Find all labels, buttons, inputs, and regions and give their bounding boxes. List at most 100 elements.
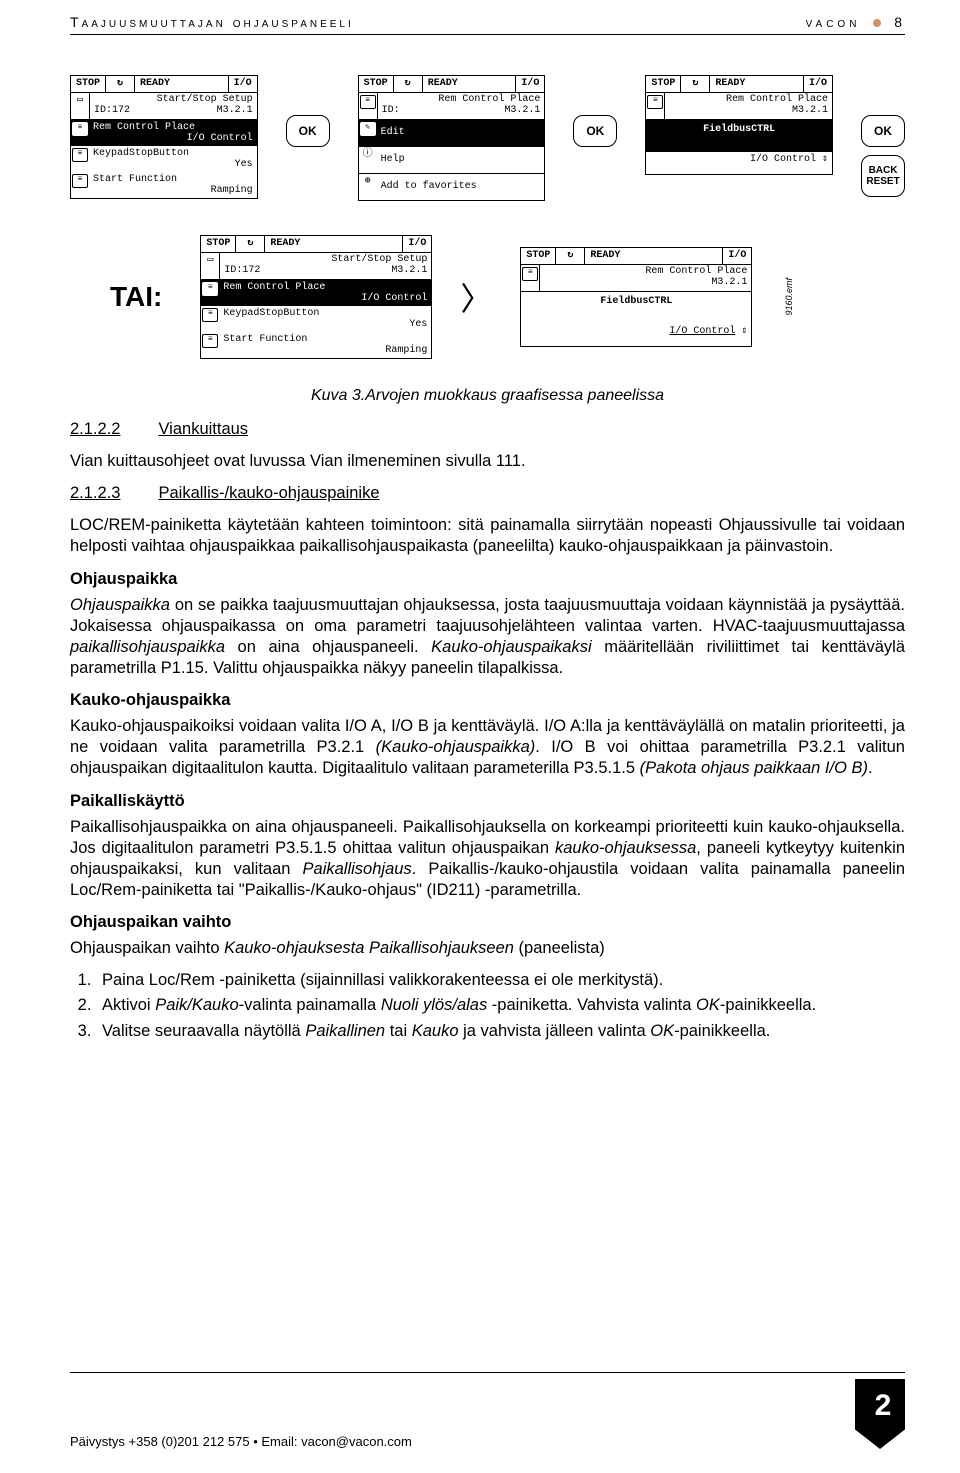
refresh-icon: ↻ bbox=[106, 76, 135, 92]
step-item: Valitse seuraavalla näytöllä Paikallinen… bbox=[96, 1021, 905, 1042]
panel1-code: M3.2.1 bbox=[217, 105, 253, 116]
body-text: 2.1.2.2 Viankuittaus Vian kuittausohjeet … bbox=[70, 419, 905, 1042]
panel1-title: Start/Stop Setup bbox=[94, 94, 253, 105]
status-stop: STOP bbox=[201, 236, 236, 252]
p4-item1-line1: Rem Control Place bbox=[223, 282, 427, 293]
back-reset-button[interactable]: BACK RESET bbox=[861, 155, 905, 197]
chevron-right-icon: 〉 bbox=[460, 274, 492, 320]
lcd-panel-4: STOP ↻ READY I/O ▭ Start/Stop Setup ID:1… bbox=[200, 235, 432, 359]
p1-item2-line1: KeypadStopButton bbox=[93, 148, 253, 159]
section-title: Paikallis-/kauko-ohjauspainike bbox=[158, 484, 379, 502]
status-ready: READY bbox=[585, 248, 723, 264]
status-ready: READY bbox=[265, 236, 403, 252]
refresh-icon: ↻ bbox=[394, 76, 423, 92]
info-icon: ⓘ bbox=[359, 147, 377, 173]
status-io: I/O bbox=[516, 76, 544, 92]
chapter-badge: 2 bbox=[855, 1379, 905, 1449]
ok-button[interactable]: OK bbox=[573, 115, 617, 147]
para: LOC/REM-painiketta käytetään kahteen toi… bbox=[70, 515, 905, 557]
step-item: Paina Loc/Rem -painiketta (sijainnillasi… bbox=[96, 970, 905, 991]
header-right: vacon 8 bbox=[806, 14, 905, 30]
page-footer: Päivystys +358 (0)201 212 575 • Email: v… bbox=[70, 1372, 905, 1449]
section-title: Viankuittaus bbox=[158, 420, 248, 438]
refresh-icon: ↻ bbox=[236, 236, 265, 252]
panel2-code: M3.2.1 bbox=[504, 105, 540, 116]
subhead: Ohjauspaikan vaihto bbox=[70, 912, 905, 933]
panel4-title: Start/Stop Setup bbox=[224, 254, 427, 265]
refresh-icon: ↻ bbox=[556, 248, 585, 264]
p1-item1-line2: I/O Control bbox=[93, 133, 253, 144]
p1-item3-line2: Ramping bbox=[93, 185, 253, 196]
steps-list: Paina Loc/Rem -painiketta (sijainnillasi… bbox=[96, 970, 905, 1041]
status-stop: STOP bbox=[71, 76, 106, 92]
p1-item2-line2: Yes bbox=[93, 159, 253, 170]
folder-icon: ▭ bbox=[71, 93, 90, 119]
ok-button[interactable]: OK bbox=[286, 115, 330, 147]
section-num: 2.1.2.3 bbox=[70, 484, 120, 502]
list-icon: ≡ bbox=[359, 93, 378, 119]
list-icon: ≡ bbox=[202, 334, 218, 348]
para: Paikallisohjauspaikka on aina ohjauspane… bbox=[70, 817, 905, 901]
p3-selected: FieldbusCTRL bbox=[703, 124, 775, 135]
step-item: Aktivoi Paik/Kauko-valinta painamalla Nu… bbox=[96, 995, 905, 1016]
brand-name: vacon bbox=[806, 14, 861, 30]
list-icon: ≡ bbox=[72, 122, 88, 136]
p2-fav: Add to favorites bbox=[381, 181, 541, 192]
list-icon: ≡ bbox=[646, 93, 665, 119]
status-io: I/O bbox=[723, 248, 751, 264]
section-num: 2.1.2.2 bbox=[70, 420, 120, 438]
subhead: Ohjauspaikka bbox=[70, 569, 905, 590]
emf-label: 9160.emf bbox=[784, 278, 794, 316]
refresh-icon: ↻ bbox=[681, 76, 710, 92]
list-icon: ≡ bbox=[202, 308, 218, 322]
ok-button[interactable]: OK bbox=[861, 115, 905, 147]
footer-text: Päivystys +358 (0)201 212 575 • Email: v… bbox=[70, 1434, 412, 1449]
status-ready: READY bbox=[423, 76, 517, 92]
para: Ohjauspaikka on se paikka taajuusmuuttaj… bbox=[70, 595, 905, 679]
page-number-top: 8 bbox=[894, 14, 905, 30]
p1-item3-line1: Start Function bbox=[93, 174, 253, 185]
p4-item2-line1: KeypadStopButton bbox=[223, 308, 427, 319]
diagram-area: STOP ↻ READY I/O ▭ Start/Stop Setup ID:1… bbox=[70, 75, 905, 359]
para: Ohjauspaikan vaihto Kauko-ohjauksesta Pa… bbox=[70, 938, 905, 959]
list-icon: ≡ bbox=[202, 282, 218, 296]
panel3-code: M3.2.1 bbox=[792, 105, 828, 116]
updown-icon: ⇕ bbox=[822, 154, 828, 165]
p4-item3-line1: Start Function bbox=[223, 334, 427, 345]
p3-bottom: I/O Control bbox=[750, 154, 816, 165]
panel4-code: M3.2.1 bbox=[391, 265, 427, 276]
para: Vian kuittausohjeet ovat luvussa Vian il… bbox=[70, 451, 905, 472]
reset-label: RESET bbox=[866, 176, 899, 187]
list-icon: ≡ bbox=[72, 174, 88, 188]
panel2-title: Rem Control Place bbox=[382, 94, 541, 105]
panel5-title: Rem Control Place bbox=[544, 266, 747, 277]
panel4-loc: ID:172 bbox=[224, 265, 260, 276]
para: Kauko-ohjauspaikoiksi voidaan valita I/O… bbox=[70, 716, 905, 779]
panel2-loc: ID: bbox=[382, 105, 400, 116]
p5-mid: FieldbusCTRL bbox=[600, 296, 672, 307]
p2-edit: Edit bbox=[381, 127, 541, 138]
status-stop: STOP bbox=[646, 76, 681, 92]
favorite-icon: ⊕ bbox=[359, 174, 377, 200]
p1-item1-line1: Rem Control Place bbox=[93, 122, 253, 133]
updown-icon: ⇕ bbox=[741, 326, 747, 337]
page-header: Taajuusmuuttajan ohjauspaneeli vacon 8 bbox=[70, 0, 905, 35]
status-io: I/O bbox=[804, 76, 832, 92]
p2-help: Help bbox=[381, 154, 541, 165]
edit-icon: ✎ bbox=[360, 122, 376, 136]
status-stop: STOP bbox=[521, 248, 556, 264]
back-label: BACK bbox=[869, 165, 898, 176]
brand-dot-icon bbox=[873, 19, 881, 27]
status-io: I/O bbox=[229, 76, 257, 92]
p5-bottom: I/O Control bbox=[669, 326, 735, 337]
status-stop: STOP bbox=[359, 76, 394, 92]
lcd-panel-1: STOP ↻ READY I/O ▭ Start/Stop Setup ID:1… bbox=[70, 75, 258, 199]
p4-item3-line2: Ramping bbox=[223, 345, 427, 356]
panel5-code: M3.2.1 bbox=[711, 277, 747, 288]
header-title: Taajuusmuuttajan ohjauspaneeli bbox=[70, 14, 354, 30]
figure-caption: Kuva 3.Arvojen muokkaus graafisessa pane… bbox=[70, 387, 905, 405]
tai-label: TAI: bbox=[110, 281, 162, 313]
status-ready: READY bbox=[135, 76, 229, 92]
lcd-panel-2: STOP ↻ READY I/O ≡ Rem Control Place ID:… bbox=[358, 75, 546, 201]
list-icon: ≡ bbox=[72, 148, 88, 162]
